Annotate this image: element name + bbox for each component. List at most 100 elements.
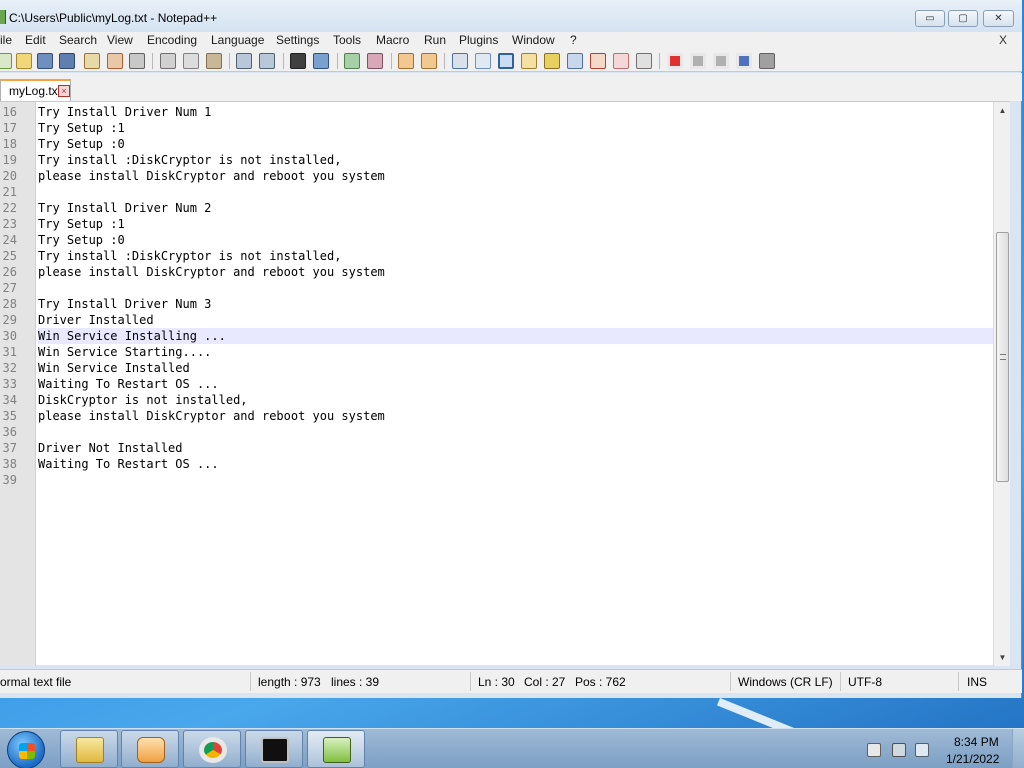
code-line[interactable] (38, 472, 993, 488)
scroll-down-icon[interactable]: ▼ (994, 649, 1011, 666)
network-icon[interactable] (892, 743, 906, 757)
code-line[interactable]: please install DiskCryptor and reboot yo… (38, 408, 993, 424)
cut-icon[interactable] (160, 53, 176, 69)
stop-record-icon[interactable] (690, 53, 706, 69)
menu-edit[interactable]: Edit (25, 33, 46, 47)
taskbar-explorer[interactable] (60, 730, 118, 768)
menu-language[interactable]: Language (211, 33, 264, 47)
find-icon[interactable] (290, 53, 306, 69)
notepadpp-app-icon[interactable] (0, 10, 6, 24)
code-line[interactable]: please install DiskCryptor and reboot yo… (38, 264, 993, 280)
code-line[interactable]: Try install :DiskCryptor is not installe… (38, 152, 993, 168)
menu-search[interactable]: Search (59, 33, 97, 47)
menu-run[interactable]: Run (424, 33, 446, 47)
clock-date[interactable]: 1/21/2022 (946, 752, 999, 766)
code-line[interactable]: Try install :DiskCryptor is not installe… (38, 248, 993, 264)
code-line[interactable]: Try Install Driver Num 3 (38, 296, 993, 312)
code-line[interactable]: Waiting To Restart OS ... (38, 456, 993, 472)
save-icon[interactable] (37, 53, 53, 69)
save-macro-icon[interactable] (759, 53, 775, 69)
code-line[interactable]: Try Install Driver Num 1 (38, 104, 993, 120)
undo-icon[interactable] (236, 53, 252, 69)
code-line[interactable]: Win Service Installing ... (38, 328, 993, 344)
function-list-icon[interactable] (567, 53, 583, 69)
close-document-x[interactable]: X (999, 33, 1007, 47)
status-bar: ormal text file length : 973 lines : 39 … (0, 669, 1022, 693)
taskbar-media-player[interactable] (121, 730, 179, 768)
volume-icon[interactable] (915, 743, 929, 757)
code-line[interactable]: Driver Not Installed (38, 440, 993, 456)
status-eol[interactable]: Windows (CR LF) (738, 675, 833, 689)
code-line[interactable]: Try Setup :1 (38, 120, 993, 136)
code-line[interactable] (38, 280, 993, 296)
code-line[interactable]: DiskCryptor is not installed, (38, 392, 993, 408)
menu-encoding[interactable]: Encoding (147, 33, 197, 47)
start-button[interactable] (7, 731, 45, 768)
menu-file[interactable]: ile (0, 33, 12, 47)
monitoring-icon[interactable] (636, 53, 652, 69)
vertical-scrollbar[interactable]: ▲ ▼ (993, 102, 1010, 666)
print-icon[interactable] (129, 53, 145, 69)
menu-macro[interactable]: Macro (376, 33, 409, 47)
folder-workspace-icon[interactable] (590, 53, 606, 69)
menu-help[interactable]: ? (570, 33, 577, 47)
taskbar-cmd[interactable] (245, 730, 303, 768)
redo-icon[interactable] (259, 53, 275, 69)
status-encoding[interactable]: UTF-8 (848, 675, 882, 689)
code-line[interactable]: Win Service Installed (38, 360, 993, 376)
menu-tools[interactable]: Tools (333, 33, 361, 47)
new-file-icon[interactable] (0, 53, 12, 69)
editor[interactable]: 16 17 18 19 20 21 22 23 24 25 26 27 28 29 30 31 32 33 34 35… (0, 101, 1010, 666)
play-macro-icon[interactable] (713, 53, 729, 69)
line-number-gutter: 16 17 18 19 20 21 22 23 24 25 26 27 28 29 30 31 32 33 34 35… (0, 102, 36, 666)
word-wrap-icon[interactable] (452, 53, 468, 69)
taskbar-chrome[interactable] (183, 730, 241, 768)
action-center-icon[interactable] (867, 743, 881, 757)
code-line[interactable]: Driver Installed (38, 312, 993, 328)
title-bar[interactable]: C:\Users\Public\myLog.txt - Notepad++ ▭ … (0, 0, 1022, 34)
sync-vertical-icon[interactable] (398, 53, 414, 69)
close-window-button[interactable]: ✕ (983, 10, 1014, 27)
scroll-up-icon[interactable]: ▲ (994, 102, 1011, 119)
run-macro-multiple-icon[interactable] (736, 53, 752, 69)
menu-view[interactable]: View (107, 33, 133, 47)
close-all-icon[interactable] (107, 53, 123, 69)
record-macro-icon[interactable] (667, 53, 683, 69)
maximize-button[interactable]: ▢ (948, 10, 978, 27)
open-file-icon[interactable] (16, 53, 32, 69)
code-line[interactable] (38, 184, 993, 200)
code-line[interactable]: please install DiskCryptor and reboot yo… (38, 168, 993, 184)
show-all-chars-icon[interactable] (475, 53, 491, 69)
zoom-in-icon[interactable] (344, 53, 360, 69)
copy-icon[interactable] (183, 53, 199, 69)
sync-horizontal-icon[interactable] (421, 53, 437, 69)
clock-time[interactable]: 8:34 PM (954, 735, 999, 749)
doc-map-icon[interactable] (544, 53, 560, 69)
paste-icon[interactable] (206, 53, 222, 69)
code-line[interactable]: Try Setup :0 (38, 232, 993, 248)
code-line[interactable]: Try Setup :1 (38, 216, 993, 232)
tab-mylog[interactable]: myLog.txt × (0, 79, 71, 101)
replace-icon[interactable] (313, 53, 329, 69)
show-desktop-button[interactable] (1012, 729, 1024, 768)
code-line[interactable]: Win Service Starting.... (38, 344, 993, 360)
save-all-icon[interactable] (59, 53, 75, 69)
menu-settings[interactable]: Settings (276, 33, 319, 47)
scroll-thumb[interactable] (996, 232, 1009, 482)
menu-window[interactable]: Window (512, 33, 555, 47)
menu-plugins[interactable]: Plugins (459, 33, 498, 47)
taskbar-notepadpp[interactable] (307, 730, 365, 768)
doc-list-icon[interactable] (613, 53, 629, 69)
close-file-icon[interactable] (84, 53, 100, 69)
zoom-out-icon[interactable] (367, 53, 383, 69)
status-insert-mode[interactable]: INS (967, 675, 987, 689)
code-line[interactable]: Try Install Driver Num 2 (38, 200, 993, 216)
indent-guide-icon[interactable] (498, 53, 514, 69)
user-language-icon[interactable] (521, 53, 537, 69)
code-line[interactable]: Try Setup :0 (38, 136, 993, 152)
code-line[interactable]: Waiting To Restart OS ... (38, 376, 993, 392)
tab-close-icon[interactable]: × (58, 85, 70, 97)
code-line[interactable] (38, 424, 993, 440)
line-number: 35 (2, 409, 17, 423)
minimize-button[interactable]: ▭ (915, 10, 945, 27)
